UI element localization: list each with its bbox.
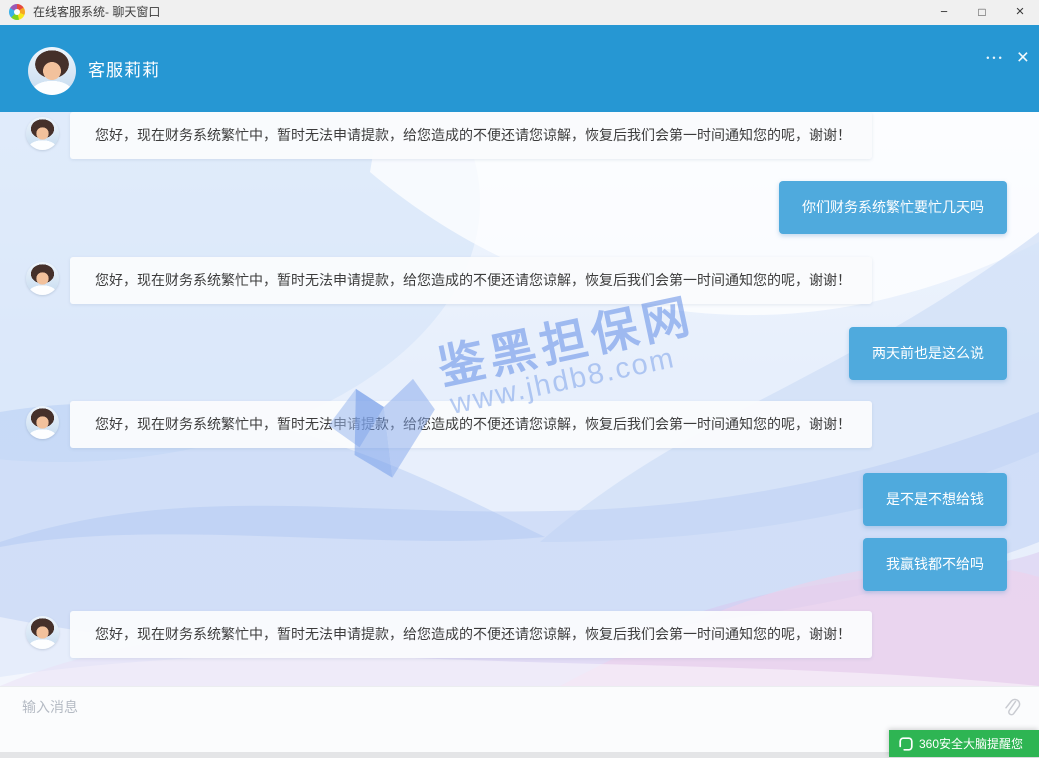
app-logo-icon xyxy=(9,4,25,20)
agent-message-bubble: 您好，现在财务系统繁忙中，暂时无法申请提款，给您造成的不便还请您谅解，恢复后我们… xyxy=(70,257,872,304)
header-close-button[interactable]: × xyxy=(1017,48,1029,68)
chat-area: 您好，现在财务系统繁忙中，暂时无法申请提款，给您造成的不便还请您谅解，恢复后我们… xyxy=(0,112,1039,686)
message-input[interactable] xyxy=(20,695,974,749)
agent-name: 客服莉莉 xyxy=(88,50,160,92)
agent-avatar xyxy=(28,47,76,95)
maximize-button[interactable]: □ xyxy=(963,0,1001,25)
window-close-button[interactable]: × xyxy=(1001,0,1039,25)
agent-avatar xyxy=(26,262,59,295)
bottom-strip xyxy=(0,752,1039,758)
more-menu-button[interactable]: ••• xyxy=(986,53,1004,63)
agent-avatar xyxy=(26,117,59,150)
agent-message-bubble: 您好，现在财务系统繁忙中，暂时无法申请提款，给您造成的不便还请您谅解，恢复后我们… xyxy=(70,611,872,658)
chat-window: 在线客服系统- 聊天窗口 − □ × 客服莉莉 ••• × xyxy=(0,0,1039,758)
agent-message-bubble: 您好，现在财务系统繁忙中，暂时无法申请提款，给您造成的不便还请您谅解，恢复后我们… xyxy=(70,401,872,448)
agent-message-bubble: 您好，现在财务系统繁忙中，暂时无法申请提款，给您造成的不便还请您谅解，恢复后我们… xyxy=(70,112,872,159)
minimize-button[interactable]: − xyxy=(925,0,963,25)
user-message-bubble: 是不是不想给钱 xyxy=(863,473,1007,526)
agent-avatar xyxy=(26,406,59,439)
toast-text: 360安全大脑提醒您 xyxy=(919,735,1023,752)
toast-360[interactable]: 360安全大脑提醒您 xyxy=(889,730,1039,757)
composer xyxy=(0,686,1039,752)
user-message-bubble: 两天前也是这么说 xyxy=(849,327,1007,380)
user-message-bubble: 我赢钱都不给吗 xyxy=(863,538,1007,591)
chat-header: 客服莉莉 ••• × xyxy=(0,25,1039,112)
paperclip-icon[interactable] xyxy=(1001,697,1023,719)
360-logo-icon xyxy=(899,737,913,751)
window-title: 在线客服系统- 聊天窗口 xyxy=(33,0,160,25)
titlebar: 在线客服系统- 聊天窗口 − □ × xyxy=(0,0,1039,25)
header-actions: ••• × xyxy=(986,48,1029,68)
user-message-bubble: 你们财务系统繁忙要忙几天吗 xyxy=(779,181,1007,234)
agent-avatar xyxy=(26,616,59,649)
